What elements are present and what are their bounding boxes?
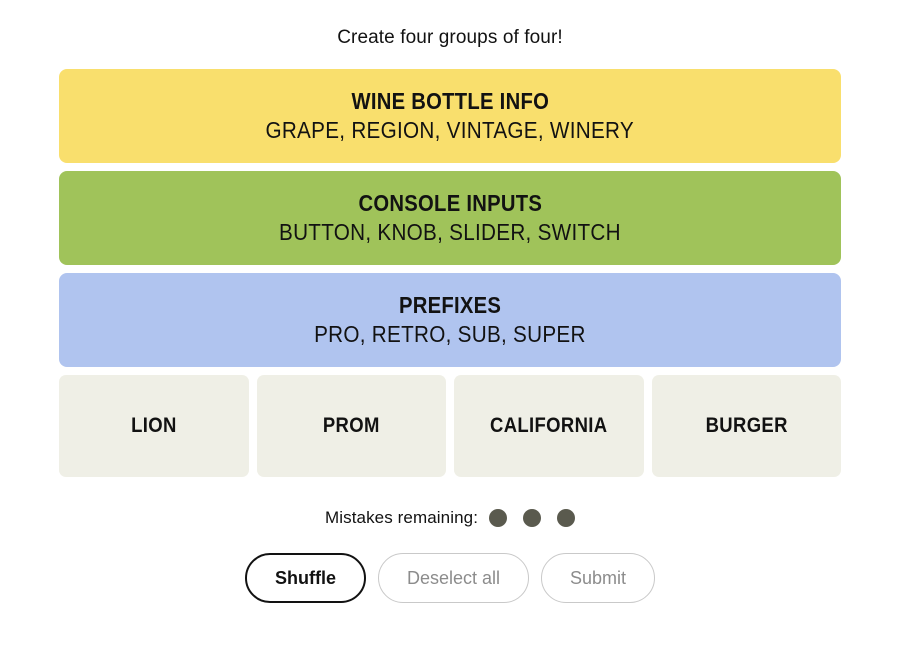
solved-category-row: PREFIXES PRO, RETRO, SUB, SUPER	[59, 273, 841, 367]
mistakes-remaining-label: Mistakes remaining:	[324, 508, 479, 527]
solved-category-members: GRAPE, REGION, VINTAGE, WINERY	[265, 117, 635, 143]
shuffle-button[interactable]: Shuffle	[244, 553, 366, 603]
submit-button[interactable]: Submit	[541, 553, 656, 603]
deselect-all-button[interactable]: Deselect all	[377, 553, 529, 603]
word-tile[interactable]: LION	[59, 375, 249, 477]
solved-category-title: CONSOLE INPUTS	[358, 190, 542, 216]
mistakes-dot-group	[489, 509, 576, 527]
solved-category-members: BUTTON, KNOB, SLIDER, SWITCH	[279, 219, 621, 245]
word-tile-label: PROM	[322, 414, 380, 437]
action-button-row: Shuffle Deselect all Submit	[0, 553, 900, 603]
word-tile[interactable]: PROM	[256, 375, 446, 477]
page-instruction: Create four groups of four!	[337, 27, 563, 48]
connections-game: Create four groups of four! WINE BOTTLE …	[0, 0, 900, 657]
word-tile-row: LION PROM CALIFORNIA BURGER	[59, 375, 841, 477]
solved-category-members: PRO, RETRO, SUB, SUPER	[314, 321, 586, 347]
mistakes-remaining: Mistakes remaining:	[0, 508, 900, 528]
solved-category-title: PREFIXES	[398, 292, 502, 318]
solved-category-row: CONSOLE INPUTS BUTTON, KNOB, SLIDER, SWI…	[59, 171, 841, 265]
word-tile[interactable]: CALIFORNIA	[454, 375, 644, 477]
mistake-dot	[523, 509, 542, 527]
mistake-dot	[489, 509, 508, 527]
solved-category-title: WINE BOTTLE INFO	[351, 88, 549, 114]
word-tile-label: CALIFORNIA	[490, 414, 608, 437]
mistake-dot	[557, 509, 576, 527]
word-tile-label: LION	[130, 414, 177, 437]
word-tile[interactable]: BURGER	[651, 375, 841, 477]
game-board: WINE BOTTLE INFO GRAPE, REGION, VINTAGE,…	[59, 69, 841, 477]
solved-category-row: WINE BOTTLE INFO GRAPE, REGION, VINTAGE,…	[59, 69, 841, 163]
word-tile-label: BURGER	[705, 414, 788, 437]
